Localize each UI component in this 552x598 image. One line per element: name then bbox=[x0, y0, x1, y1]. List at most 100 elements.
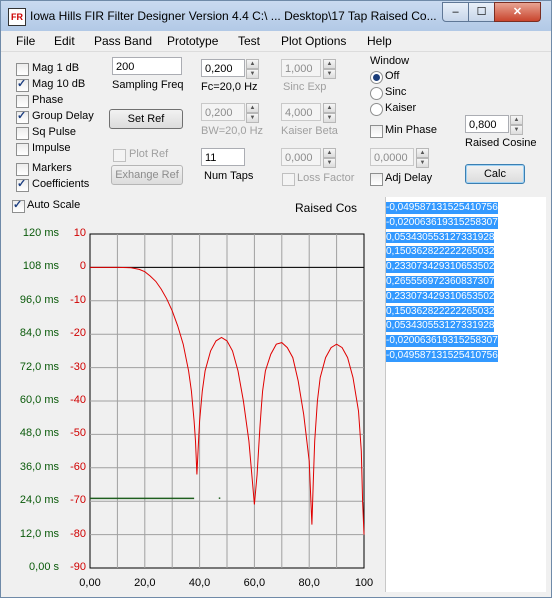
chart-canvas[interactable] bbox=[7, 197, 383, 592]
plot-ref-label: Plot Ref bbox=[129, 148, 169, 160]
loss-factor-checkbox[interactable] bbox=[282, 173, 295, 186]
y-axis-right-tick: -70 bbox=[70, 494, 86, 507]
coefficient-item[interactable]: -0,049587131525410756 bbox=[386, 202, 498, 214]
kaiser-beta-spinner[interactable]: ▲ ▼ bbox=[323, 103, 336, 123]
maximize-button[interactable]: ☐ bbox=[468, 2, 495, 22]
sinc-exp-spinner[interactable]: ▲ ▼ bbox=[323, 59, 336, 79]
menu-prototype[interactable]: Prototype bbox=[167, 34, 218, 48]
title-bar[interactable]: FR Iowa Hills FIR Filter Designer Versio… bbox=[1, 1, 551, 31]
coefficient-item[interactable]: 0,053430553127331928 bbox=[386, 231, 495, 244]
coefficient-item[interactable]: 0,150362822222265032 bbox=[386, 305, 495, 318]
spin-up-icon[interactable]: ▲ bbox=[246, 59, 259, 69]
coefficient-item[interactable]: -0,020063619315258307 bbox=[386, 216, 498, 229]
spin-up-icon[interactable]: ▲ bbox=[323, 59, 336, 69]
sampling-freq-input[interactable]: 200 bbox=[112, 57, 182, 75]
spin-down-icon[interactable]: ▼ bbox=[323, 113, 336, 123]
loss-factor-label: Loss Factor bbox=[297, 172, 355, 184]
plot-ref-checkbox[interactable] bbox=[113, 149, 126, 162]
coefficient-item[interactable]: 0,150362822222265032 bbox=[386, 246, 495, 259]
spin-up-icon[interactable]: ▲ bbox=[323, 103, 336, 113]
loss-factor-spinner[interactable]: ▲ ▼ bbox=[323, 148, 336, 168]
spin-down-icon[interactable]: ▼ bbox=[246, 113, 259, 123]
window-off-radio[interactable] bbox=[370, 71, 383, 84]
menu-file[interactable]: File bbox=[16, 34, 35, 48]
raised-cosine-spinner[interactable]: ▲ ▼ bbox=[510, 115, 523, 135]
adj-delay-input[interactable]: 0,0000 bbox=[370, 148, 414, 166]
fc-spinner[interactable]: ▲ ▼ bbox=[246, 59, 259, 79]
calc-button[interactable]: Calc bbox=[465, 164, 525, 184]
close-button[interactable]: ✕ bbox=[494, 2, 541, 22]
coefficient-item[interactable]: 0,053430553127331928 bbox=[386, 320, 495, 333]
group-delay-checkbox[interactable] bbox=[16, 109, 29, 124]
spin-down-icon[interactable]: ▼ bbox=[246, 69, 259, 79]
spin-down-icon[interactable]: ▼ bbox=[510, 125, 523, 135]
spin-up-icon[interactable]: ▲ bbox=[246, 103, 259, 113]
sinc-exp-input[interactable]: 1,000 bbox=[281, 59, 321, 77]
phase-checkbox[interactable] bbox=[16, 95, 29, 108]
spin-down-icon[interactable]: ▼ bbox=[416, 158, 429, 168]
window-kaiser-radio[interactable] bbox=[370, 103, 383, 116]
menu-plot-options[interactable]: Plot Options bbox=[281, 34, 346, 48]
loss-factor-input[interactable]: 0,000 bbox=[281, 148, 321, 166]
bw-label: BW=20,0 Hz bbox=[201, 125, 264, 137]
spin-up-icon[interactable]: ▲ bbox=[416, 148, 429, 158]
x-axis-tick: 80,0 bbox=[298, 577, 320, 589]
group-delay-point bbox=[218, 497, 221, 499]
min-phase-checkbox[interactable] bbox=[370, 125, 383, 138]
menu-pass-band[interactable]: Pass Band bbox=[94, 34, 152, 48]
coefficient-item[interactable]: -0,049587131525410756 bbox=[386, 349, 498, 362]
coefficients-checkbox[interactable] bbox=[16, 177, 29, 192]
exchange-ref-button[interactable]: Exhange Ref bbox=[111, 165, 183, 185]
spin-down-icon[interactable]: ▼ bbox=[323, 158, 336, 168]
app-icon[interactable]: FR bbox=[8, 8, 26, 26]
menu-edit[interactable]: Edit bbox=[54, 34, 75, 48]
spin-up-icon[interactable]: ▲ bbox=[323, 148, 336, 158]
fc-input[interactable]: 0,200 bbox=[201, 59, 245, 77]
impulse-checkbox[interactable] bbox=[16, 143, 29, 156]
x-axis-tick: 0,00 bbox=[79, 577, 101, 589]
sq-pulse-checkbox[interactable] bbox=[16, 127, 29, 140]
impulse-label: Impulse bbox=[32, 142, 71, 154]
bw-spinner[interactable]: ▲ ▼ bbox=[246, 103, 259, 123]
y-axis-right-tick: -80 bbox=[70, 527, 86, 540]
set-ref-button[interactable]: Set Ref bbox=[109, 109, 183, 129]
kaiser-beta-label: Kaiser Beta bbox=[281, 125, 338, 137]
y-axis-right-tick: 0 bbox=[79, 260, 86, 273]
y-axis-left-tick: 84,0 ms bbox=[19, 327, 59, 340]
menu-test[interactable]: Test bbox=[238, 34, 260, 48]
coefficients-list[interactable]: -0,049587131525410756 -0,0200636193152583… bbox=[385, 197, 546, 592]
window-kaiser-label: Kaiser bbox=[385, 102, 417, 114]
y-axis-left-tick: 36,0 ms bbox=[19, 460, 59, 473]
bw-input[interactable]: 0,200 bbox=[201, 103, 245, 121]
markers-label: Markers bbox=[32, 162, 72, 174]
minimize-button[interactable]: – bbox=[442, 2, 469, 22]
plot-panel: Auto Scale Raised Cos 120 ms108 ms96,0 m… bbox=[7, 197, 383, 592]
y-axis-left-tick: 0,00 s bbox=[29, 561, 59, 573]
coefficient-item[interactable]: 0,265556972360837307 bbox=[386, 275, 495, 288]
mag-1db-label: Mag 1 dB bbox=[32, 62, 80, 74]
spin-up-icon[interactable]: ▲ bbox=[510, 115, 523, 125]
coefficient-item[interactable]: 0,233073429310653502 bbox=[386, 261, 495, 273]
group-delay-label: Group Delay bbox=[32, 110, 94, 122]
x-axis-tick: 100 bbox=[354, 577, 374, 589]
num-taps-input[interactable]: 11 bbox=[201, 148, 245, 166]
y-axis-right-tick: -60 bbox=[70, 460, 86, 473]
markers-checkbox[interactable] bbox=[16, 163, 29, 176]
mag-1db-checkbox[interactable] bbox=[16, 63, 29, 76]
spin-down-icon[interactable]: ▼ bbox=[323, 69, 336, 79]
raised-cosine-label: Raised Cosine bbox=[465, 137, 537, 149]
window-sinc-radio[interactable] bbox=[370, 87, 383, 100]
kaiser-beta-input[interactable]: 4,000 bbox=[281, 103, 321, 121]
adj-delay-spinner[interactable]: ▲ ▼ bbox=[416, 148, 429, 168]
x-axis-tick: 40,0 bbox=[188, 577, 211, 589]
coefficient-item[interactable]: 0,233073429310653502 bbox=[386, 290, 495, 303]
adj-delay-checkbox[interactable] bbox=[370, 173, 383, 186]
fc-label: Fc=20,0 Hz bbox=[201, 81, 258, 93]
raised-cosine-input[interactable]: 0,800 bbox=[465, 115, 509, 133]
y-axis-right-tick: -90 bbox=[70, 561, 86, 573]
y-axis-left-tick: 120 ms bbox=[22, 227, 59, 239]
mag-10db-checkbox[interactable] bbox=[16, 77, 29, 92]
coefficient-item[interactable]: -0,020063619315258307 bbox=[386, 335, 498, 347]
y-axis-right-tick: -20 bbox=[70, 327, 86, 340]
menu-help[interactable]: Help bbox=[367, 34, 392, 48]
